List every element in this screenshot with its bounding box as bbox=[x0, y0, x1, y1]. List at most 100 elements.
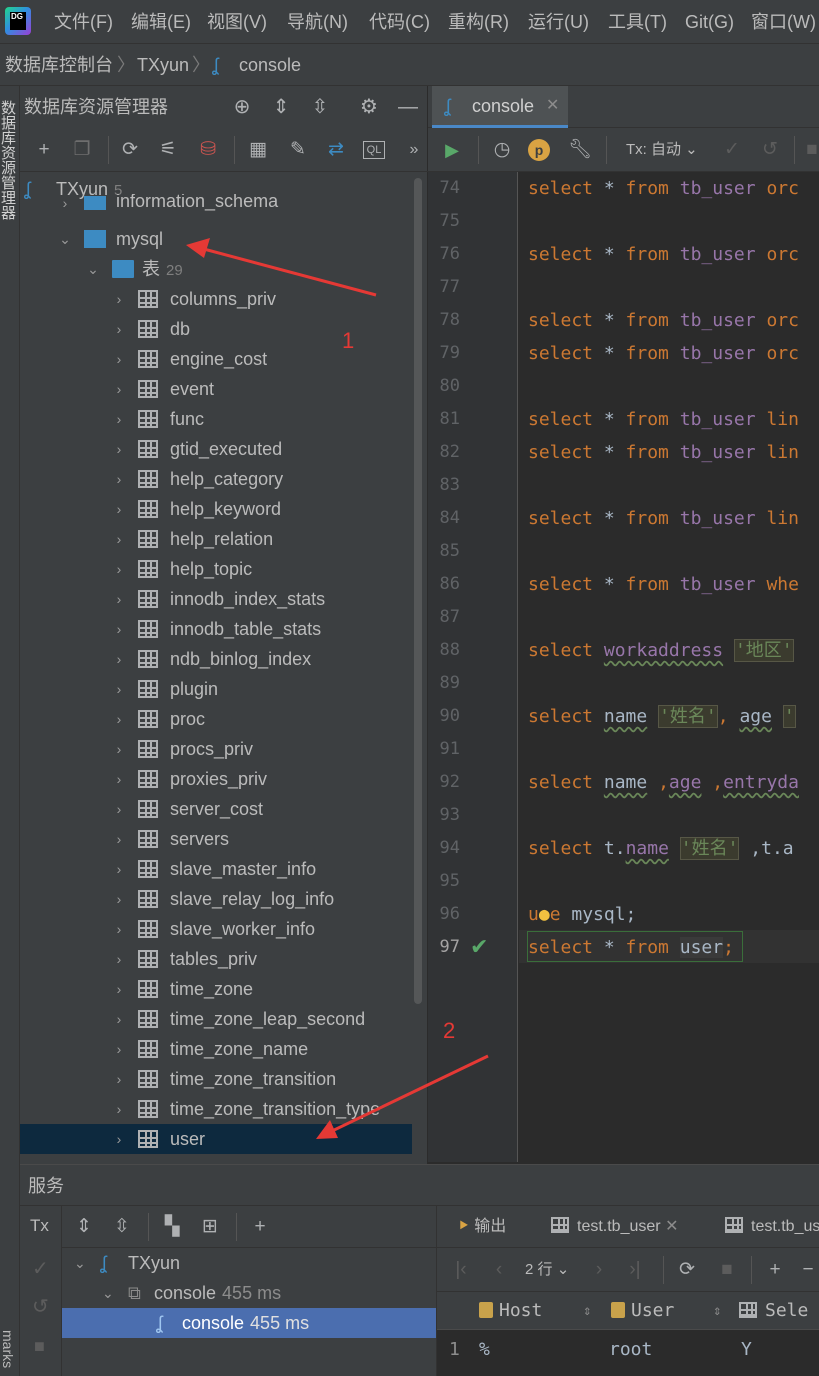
table-node[interactable]: › event bbox=[20, 374, 412, 404]
rollback-icon[interactable]: ↺ bbox=[32, 1294, 49, 1319]
table-node[interactable]: › time_zone_transition_type bbox=[20, 1094, 412, 1124]
table-node[interactable]: › ndb_binlog_index bbox=[20, 644, 412, 674]
menu-code[interactable]: 代码(C) bbox=[369, 0, 430, 44]
tab-result-2[interactable]: test.tb_us bbox=[725, 1206, 819, 1248]
rollback-icon[interactable]: ↺ bbox=[758, 138, 782, 162]
app-logo-icon[interactable]: DG bbox=[5, 7, 31, 35]
run-icon[interactable]: ▶ bbox=[440, 138, 464, 162]
cell-select[interactable]: Y bbox=[741, 1330, 752, 1370]
tx-mode-select[interactable]: Tx: 自动 ⌄ bbox=[626, 138, 698, 162]
table-node[interactable]: › user bbox=[20, 1124, 412, 1154]
next-page-icon[interactable]: › bbox=[587, 1258, 611, 1282]
code-editor[interactable]: select * from tb_user orc select * from … bbox=[519, 172, 819, 1162]
commit-icon[interactable]: ✓ bbox=[720, 138, 744, 162]
breadcrumb-item-console[interactable]: console bbox=[239, 44, 301, 86]
new-tab-icon[interactable]: ⊞ bbox=[198, 1215, 222, 1239]
table-node[interactable]: › time_zone bbox=[20, 974, 412, 1004]
table-node[interactable]: › gtid_executed bbox=[20, 434, 412, 464]
disconnect-icon[interactable]: ⛁ bbox=[196, 138, 220, 162]
expand-all-icon[interactable]: ⇕ bbox=[72, 1215, 96, 1239]
menu-view[interactable]: 视图(V) bbox=[207, 0, 267, 44]
add-icon[interactable]: + bbox=[248, 1215, 272, 1239]
table-node[interactable]: › time_zone_leap_second bbox=[20, 1004, 412, 1034]
column-header-user[interactable]: User bbox=[611, 1292, 674, 1330]
table-node[interactable]: › tables_priv bbox=[20, 944, 412, 974]
table-node[interactable]: › procs_priv bbox=[20, 734, 412, 764]
table-node[interactable]: › slave_worker_info bbox=[20, 914, 412, 944]
service-node-console-session[interactable]: ⌄ ⧉ console 455 ms bbox=[62, 1278, 436, 1308]
menu-git[interactable]: Git(G) bbox=[685, 0, 734, 44]
cell-user[interactable]: root bbox=[609, 1330, 652, 1370]
table-node[interactable]: › server_cost bbox=[20, 794, 412, 824]
first-page-icon[interactable]: |‹ bbox=[449, 1258, 473, 1282]
collapse-all-icon[interactable]: ⇳ bbox=[110, 1215, 134, 1239]
tx-button[interactable]: Tx bbox=[30, 1216, 49, 1236]
cell-host[interactable]: % bbox=[479, 1330, 490, 1370]
wrench-icon[interactable]: 🔧︎ bbox=[568, 138, 592, 162]
table-node[interactable]: › columns_priv bbox=[20, 284, 412, 314]
table-node[interactable]: › proxies_priv bbox=[20, 764, 412, 794]
tree-scrollbar[interactable] bbox=[414, 178, 422, 1004]
db-explorer-stripe-button[interactable]: 数据库资源管理器 bbox=[0, 100, 18, 220]
minimize-icon[interactable]: — bbox=[396, 95, 420, 119]
copy-icon[interactable]: ❐ bbox=[70, 138, 94, 162]
tree-node-tables-folder[interactable]: ⌄ 表 29 bbox=[20, 254, 412, 284]
tab-output[interactable]: ⯈ 输出 bbox=[457, 1206, 506, 1248]
table-node[interactable]: › func bbox=[20, 404, 412, 434]
service-node-datasource[interactable]: ⌄ ʆ TXyun bbox=[62, 1248, 436, 1278]
stop-icon[interactable]: ■ bbox=[806, 138, 818, 162]
close-icon[interactable]: ✕ bbox=[665, 1218, 678, 1235]
menu-tools[interactable]: 工具(T) bbox=[608, 0, 667, 44]
parameters-icon[interactable]: p bbox=[528, 139, 550, 161]
breadcrumb-item-datasource[interactable]: TXyun bbox=[137, 44, 189, 86]
menu-navigate[interactable]: 导航(N) bbox=[287, 0, 348, 44]
table-node[interactable]: › plugin bbox=[20, 674, 412, 704]
sort-icon[interactable]: ⇕ bbox=[583, 1292, 591, 1330]
tree-node-schema-information[interactable]: › information_schema bbox=[20, 194, 412, 214]
menu-run[interactable]: 运行(U) bbox=[528, 0, 589, 44]
table-row[interactable]: 1 % root Y bbox=[437, 1330, 819, 1376]
refresh-icon[interactable]: ⟳ bbox=[675, 1258, 699, 1282]
close-icon[interactable]: ✕ bbox=[546, 86, 559, 126]
stop-icon[interactable]: ■ bbox=[34, 1336, 45, 1357]
table-node[interactable]: › innodb_table_stats bbox=[20, 614, 412, 644]
table-node[interactable]: › time_zone_name bbox=[20, 1034, 412, 1064]
last-page-icon[interactable]: ›| bbox=[623, 1258, 647, 1282]
table-node[interactable]: › proc bbox=[20, 704, 412, 734]
table-node[interactable]: › help_relation bbox=[20, 524, 412, 554]
sort-icon[interactable]: ⇕ bbox=[713, 1292, 721, 1330]
prev-page-icon[interactable]: ‹ bbox=[487, 1258, 511, 1282]
tab-console[interactable]: ʆ console ✕ bbox=[432, 86, 568, 128]
menu-edit[interactable]: 编辑(E) bbox=[131, 0, 191, 44]
table-node[interactable]: › slave_relay_log_info bbox=[20, 884, 412, 914]
table-node[interactable]: › slave_master_info bbox=[20, 854, 412, 884]
query-console-icon[interactable]: QL bbox=[363, 141, 385, 159]
menu-window[interactable]: 窗口(W) bbox=[751, 0, 816, 44]
delete-row-icon[interactable]: − bbox=[799, 1258, 817, 1282]
table-node[interactable]: › innodb_index_stats bbox=[20, 584, 412, 614]
more-icon[interactable]: » bbox=[402, 138, 426, 162]
refresh-icon[interactable]: ⟳ bbox=[118, 138, 142, 162]
rows-count-select[interactable]: 2 行 ⌄ bbox=[525, 1258, 569, 1282]
target-icon[interactable]: ⊕ bbox=[230, 95, 254, 119]
edit-icon[interactable]: ✎ bbox=[286, 138, 310, 162]
table-node[interactable]: › servers bbox=[20, 824, 412, 854]
lightbulb-icon[interactable]: ● bbox=[539, 904, 550, 925]
jump-to-icon[interactable]: ⇄ bbox=[324, 138, 348, 162]
add-row-icon[interactable]: + bbox=[763, 1258, 787, 1282]
schema-settings-icon[interactable]: ⚟ bbox=[156, 138, 180, 162]
expand-all-icon[interactable]: ⇕ bbox=[269, 95, 293, 119]
gear-icon[interactable]: ⚙ bbox=[357, 95, 381, 119]
column-header-select[interactable]: Sele bbox=[739, 1292, 808, 1330]
menu-file[interactable]: 文件(F) bbox=[54, 0, 113, 44]
table-node[interactable]: › help_topic bbox=[20, 554, 412, 584]
table-node[interactable]: › help_keyword bbox=[20, 494, 412, 524]
table-view-icon[interactable]: ▦ bbox=[246, 138, 270, 162]
table-node[interactable]: › time_zone_transition bbox=[20, 1064, 412, 1094]
breadcrumb-item-console-root[interactable]: 数据库控制台 bbox=[5, 44, 113, 86]
bookmarks-stripe-button[interactable]: marks bbox=[0, 1330, 16, 1368]
service-node-console[interactable]: ʆ console 455 ms bbox=[62, 1308, 436, 1338]
table-node[interactable]: › help_category bbox=[20, 464, 412, 494]
tree-node-schema-mysql[interactable]: ⌄ mysql bbox=[20, 224, 412, 254]
add-icon[interactable]: + bbox=[32, 138, 56, 162]
